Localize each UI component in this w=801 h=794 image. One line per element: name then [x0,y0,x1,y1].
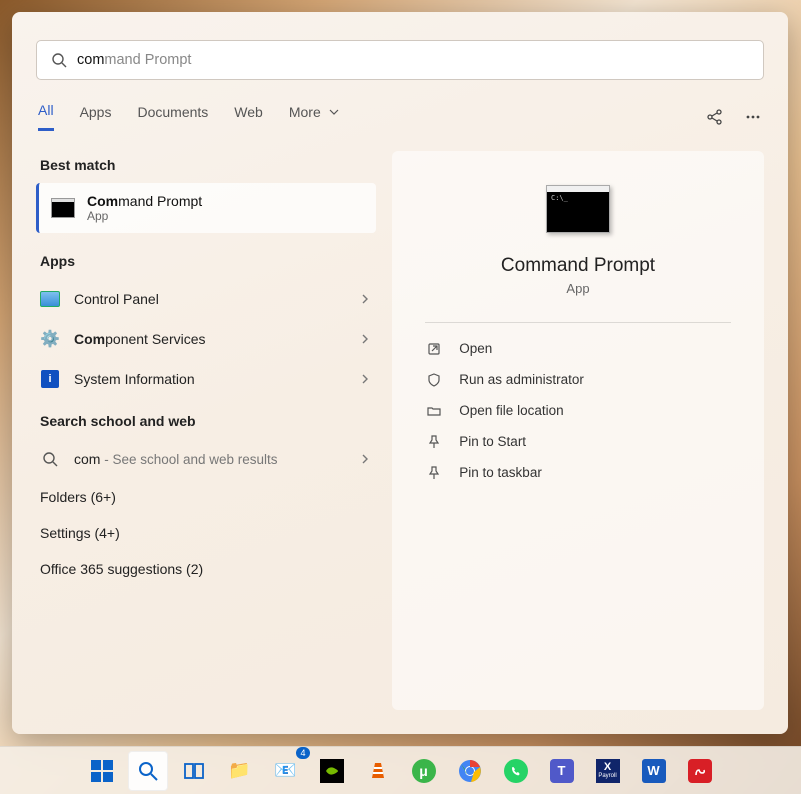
search-autocomplete: mand Prompt [104,52,191,68]
section-search-web: Search school and web [36,407,376,439]
search-typed: com [77,52,104,68]
action-label: Pin to Start [459,434,526,449]
divider [425,322,730,323]
chevron-down-icon [329,107,339,117]
acrobat-icon [688,759,712,783]
taskbar-word[interactable]: W [634,751,674,791]
section-best-match: Best match [36,151,376,183]
list-item-label: System Information [74,371,346,387]
results-column: Best match Command Prompt App Apps Contr… [36,151,376,710]
action-label: Run as administrator [459,372,584,387]
best-match-subtitle: App [87,209,202,223]
taskbar-vlc[interactable] [358,751,398,791]
tab-web[interactable]: Web [234,104,263,130]
detail-title: Command Prompt [501,255,655,277]
teams-icon: T [550,759,574,783]
tab-apps[interactable]: Apps [80,104,112,130]
search-icon [137,760,159,782]
control-panel-icon [40,291,60,307]
action-pin-to-taskbar[interactable]: Pin to taskbar [425,457,730,488]
list-item-label: Component Services [74,331,346,347]
section-apps: Apps [36,247,376,279]
action-open[interactable]: Open [425,333,730,364]
taskbar-mail[interactable]: 📧 4 [266,751,306,791]
vlc-icon [367,760,389,782]
windows-logo-icon [91,760,113,782]
section-folders[interactable]: Folders (6+) [36,479,376,515]
best-match-title: Command Prompt [87,193,202,209]
taskbar-payroll[interactable]: XPayroll [588,751,628,791]
web-search-result[interactable]: com - See school and web results [36,439,376,479]
list-item-label: Control Panel [74,291,346,307]
taskbar-chrome[interactable] [450,751,490,791]
word-icon: W [642,759,666,783]
detail-subtitle: App [566,281,589,296]
whatsapp-icon [504,759,528,783]
taskbar-utorrent[interactable]: μ [404,751,444,791]
chevron-right-icon [360,293,370,305]
app-result-system-information[interactable]: i System Information [36,359,376,399]
action-run-as-admin[interactable]: Run as administrator [425,364,730,395]
taskbar-whatsapp[interactable] [496,751,536,791]
more-options-icon[interactable] [744,108,762,126]
task-view-icon [183,760,205,782]
taskbar-search-button[interactable] [128,751,168,791]
share-icon[interactable] [706,108,724,126]
taskbar-nvidia[interactable] [312,751,352,791]
search-icon [42,451,58,467]
folder-icon [427,404,441,418]
filter-tabs: All Apps Documents Web More [36,102,764,131]
command-prompt-icon [51,198,75,218]
mail-badge: 4 [296,747,309,759]
section-office365[interactable]: Office 365 suggestions (2) [36,551,376,587]
search-icon [51,52,67,68]
best-match-result[interactable]: Command Prompt App [36,183,376,233]
taskbar-teams[interactable]: T [542,751,582,791]
action-pin-to-start[interactable]: Pin to Start [425,426,730,457]
chrome-icon [458,759,482,783]
mail-icon: 📧 [273,758,299,784]
taskbar-start-button[interactable] [82,751,122,791]
section-settings[interactable]: Settings (4+) [36,515,376,551]
app-result-control-panel[interactable]: Control Panel [36,279,376,319]
action-label: Open file location [459,403,563,418]
chevron-right-icon [360,453,370,465]
pin-icon [427,466,441,480]
chevron-right-icon [360,333,370,345]
chevron-right-icon [360,373,370,385]
start-search-panel: command Prompt All Apps Documents Web Mo… [12,12,788,734]
command-prompt-icon [546,185,610,233]
taskbar-file-explorer[interactable]: 📁 [220,751,260,791]
taskbar-acrobat[interactable] [680,751,720,791]
system-information-icon: i [41,370,59,388]
tab-all[interactable]: All [38,102,54,131]
pin-icon [427,435,441,449]
tab-more-label: More [289,104,321,120]
action-open-file-location[interactable]: Open file location [425,395,730,426]
app-result-component-services[interactable]: ⚙️ Component Services [36,319,376,359]
taskbar-task-view[interactable] [174,751,214,791]
action-label: Pin to taskbar [459,465,542,480]
taskbar: 📁 📧 4 μ T XPayroll W [0,746,801,794]
component-services-icon: ⚙️ [40,329,60,349]
shield-icon [427,373,441,387]
action-label: Open [459,341,492,356]
tab-documents[interactable]: Documents [137,104,208,130]
tab-more[interactable]: More [289,104,339,130]
search-text: command Prompt [77,52,191,68]
web-search-label: com - See school and web results [74,451,346,467]
open-icon [427,342,441,356]
nvidia-icon [320,759,344,783]
search-box[interactable]: command Prompt [36,40,764,80]
detail-panel: Command Prompt App Open Run as administr… [392,151,764,710]
utorrent-icon: μ [412,759,436,783]
payroll-icon: XPayroll [596,759,620,783]
folder-icon: 📁 [227,758,253,784]
